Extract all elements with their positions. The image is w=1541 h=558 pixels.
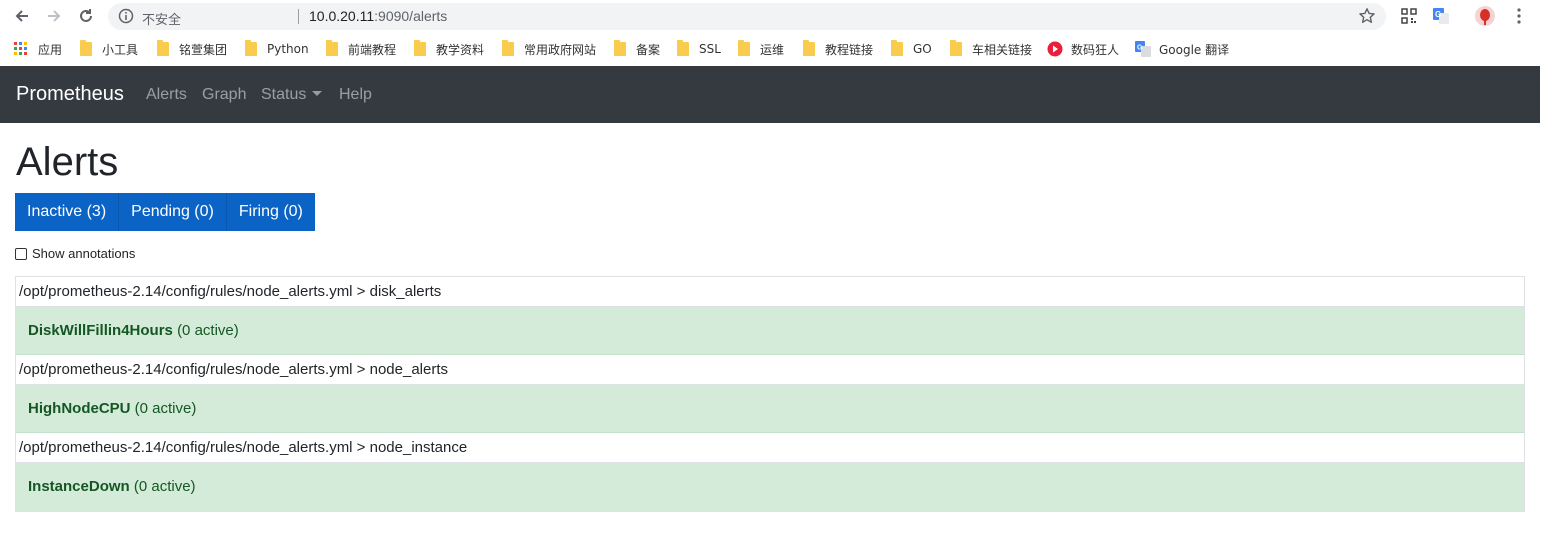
bookmarks-bar: 应用 小工具 铭萱集团 Python 前端教程 教学资料 常用政府网站 备案 S… [0,33,1541,65]
bookmark-folder[interactable]: 教学资料 [414,40,484,58]
filter-firing-button[interactable]: Firing (0) [226,193,315,231]
folder-icon [414,40,426,56]
alert-active-count: (0 active) [134,400,197,417]
reload-button[interactable] [74,4,98,28]
alert-active-count: (0 active) [177,322,239,339]
bookmark-folder[interactable]: 运维 [738,40,784,58]
bookmark-label: GO [913,42,932,56]
bookmark-item[interactable]: G Google 翻译 [1135,40,1229,58]
menu-kebab-icon[interactable] [1508,5,1530,27]
browser-toolbar: 不安全 10.0.20.11:9090/alerts G [0,0,1541,33]
bookmark-label: 运维 [760,42,785,57]
alert-name: DiskWillFillin4Hours [28,322,173,339]
url-text[interactable]: 10.0.20.11:9090/alerts [309,8,447,24]
nav-status-dropdown[interactable]: Status [261,86,323,104]
rule-group-header: /opt/prometheus-2.14/config/rules/node_a… [16,277,1524,307]
bookmark-label: 数码狂人 [1071,42,1120,57]
bookmark-folder[interactable]: 前端教程 [326,40,396,58]
nav-status-label: Status [261,86,307,103]
alert-rules-table: /opt/prometheus-2.14/config/rules/node_a… [15,276,1525,512]
bookmark-star-icon[interactable] [1358,7,1376,30]
folder-icon [326,40,338,56]
show-annotations-checkbox[interactable] [15,247,27,260]
bookmark-folder[interactable]: 小工具 [80,40,138,58]
apps-grid-icon [14,42,27,55]
bookmark-item[interactable]: 应用 [14,40,62,58]
alert-name: InstanceDown [28,478,130,495]
page-title: Alerts [16,140,119,184]
bookmark-label: 前端教程 [348,42,397,57]
profile-avatar-icon[interactable] [1474,5,1496,27]
bookmark-folder[interactable]: GO [891,40,932,58]
show-annotations-control[interactable]: Show annotations [15,246,135,261]
bookmark-label: 教学资料 [436,42,485,57]
filter-inactive-button[interactable]: Inactive (3) [15,193,120,231]
svg-text:G: G [1435,10,1441,19]
folder-icon [950,40,962,56]
info-icon[interactable] [118,8,134,29]
bookmark-folder[interactable]: SSL [677,40,721,58]
google-translate-icon: G [1135,41,1151,57]
bookmark-folder[interactable]: 备案 [614,40,660,58]
alert-rule-row[interactable]: HighNodeCPU (0 active) [16,385,1524,433]
alert-active-count: (0 active) [133,478,196,495]
folder-icon [80,40,92,56]
bookmark-label: 教程链接 [825,42,874,57]
bookmark-label: 车相关链接 [972,42,1033,57]
bookmark-label: SSL [699,42,721,56]
folder-icon [738,40,750,56]
divider [298,9,299,24]
svg-text:G: G [1137,45,1143,52]
bookmark-label: 铭萱集团 [179,42,228,57]
alert-state-filter-group: Inactive (3) Pending (0) Firing (0) [15,193,315,231]
rule-group-header: /opt/prometheus-2.14/config/rules/node_a… [16,355,1524,385]
red-site-icon [1047,41,1063,57]
folder-icon [157,40,169,56]
top-navbar: Prometheus Alerts Graph Status Help [0,66,1540,123]
bookmark-label: 常用政府网站 [524,42,597,57]
brand-logo-text[interactable]: Prometheus [16,83,124,106]
bookmark-label: 备案 [636,42,661,57]
bookmark-folder[interactable]: 车相关链接 [950,40,1032,58]
folder-icon [502,40,514,56]
bookmark-label: 小工具 [102,42,139,57]
address-bar[interactable]: 不安全 10.0.20.11:9090/alerts [108,3,1386,30]
nav-graph[interactable]: Graph [202,86,246,104]
nav-alerts[interactable]: Alerts [146,86,187,104]
qr-code-icon[interactable] [1398,5,1420,27]
url-host: 10.0.20.11 [309,8,375,24]
url-path: :9090/alerts [374,8,448,24]
security-label[interactable]: 不安全 [142,9,181,28]
folder-icon [245,40,257,56]
forward-arrow-icon [48,10,61,22]
bookmark-label: Python [267,42,309,56]
folder-icon [891,40,903,56]
filter-pending-button[interactable]: Pending (0) [119,193,227,231]
google-translate-extension-icon[interactable]: G [1430,5,1452,27]
folder-icon [677,40,689,56]
back-button[interactable] [10,4,34,28]
alert-name: HighNodeCPU [28,400,131,417]
bookmark-folder[interactable]: 教程链接 [803,40,873,58]
bookmark-item[interactable]: 数码狂人 [1047,40,1119,58]
bookmark-label: Google 翻译 [1159,42,1230,57]
bookmark-label: 应用 [38,42,63,57]
bookmark-folder[interactable]: 铭萱集团 [157,40,227,58]
rule-group-header: /opt/prometheus-2.14/config/rules/node_a… [16,433,1524,463]
folder-icon [803,40,815,56]
caret-down-icon [312,91,323,96]
back-arrow-icon [15,10,28,22]
folder-icon [614,40,626,56]
reload-icon [80,9,92,22]
alert-rule-row[interactable]: DiskWillFillin4Hours (0 active) [16,307,1524,355]
forward-button[interactable] [42,4,66,28]
bookmark-folder[interactable]: Python [245,40,309,58]
nav-help[interactable]: Help [339,86,372,104]
show-annotations-label[interactable]: Show annotations [32,246,135,261]
bookmark-folder[interactable]: 常用政府网站 [502,40,596,58]
alert-rule-row[interactable]: InstanceDown (0 active) [16,463,1524,511]
